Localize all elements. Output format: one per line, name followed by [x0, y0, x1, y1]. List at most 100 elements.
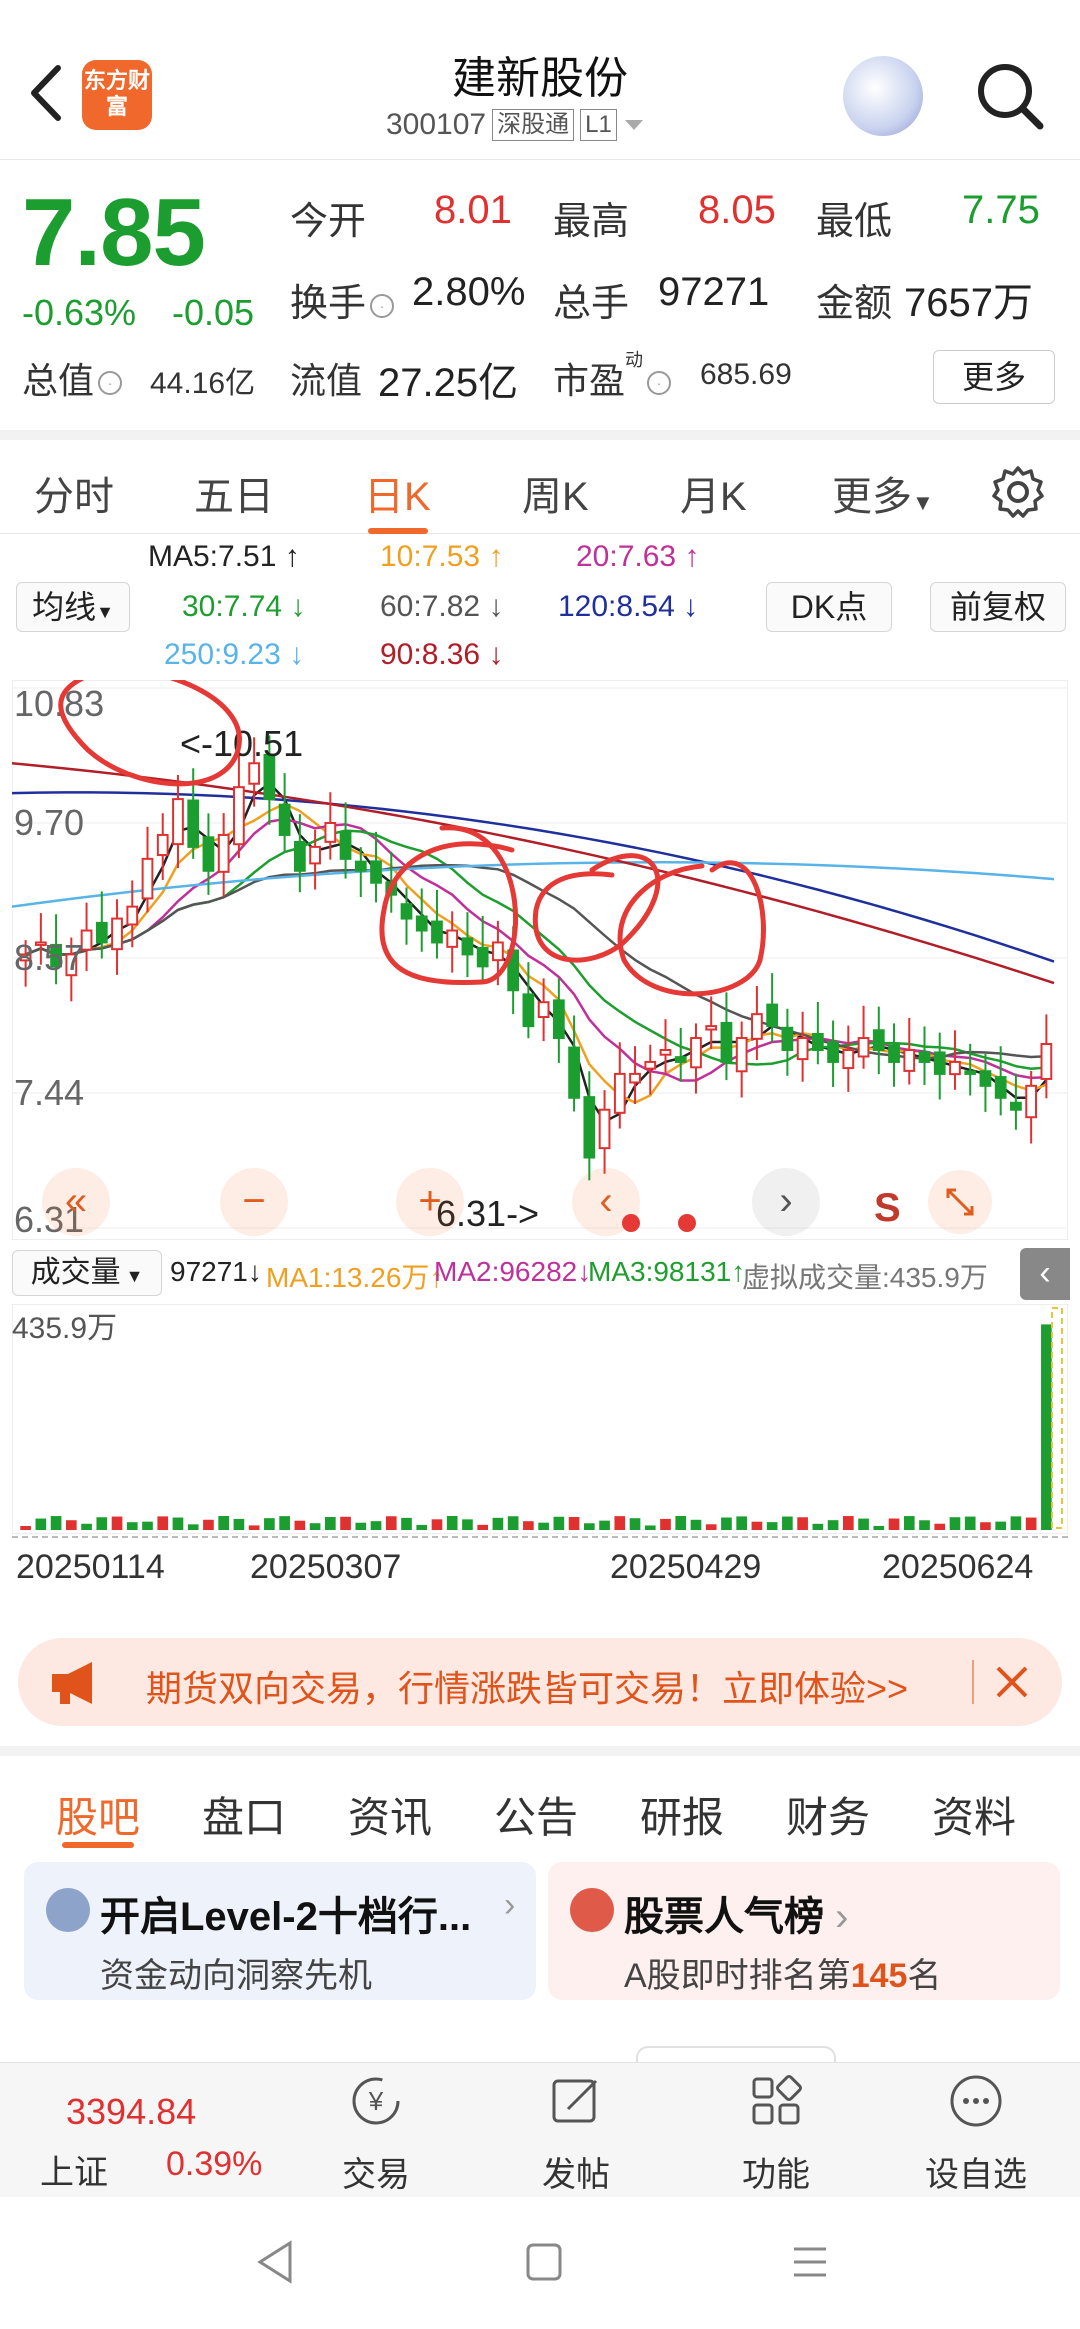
search-icon[interactable]: [970, 56, 1050, 136]
pe-label: 市盈动·: [553, 350, 675, 404]
nav-functions[interactable]: 功能: [676, 2063, 876, 2198]
stock-code-row[interactable]: 300107 深股通 L1: [386, 108, 645, 142]
vol-ma3: MA3:98131↑: [588, 1256, 746, 1287]
tab-notice[interactable]: 公告: [494, 1784, 578, 1845]
ma10-legend: 10:7.53 ↑: [380, 540, 504, 573]
candlestick-chart[interactable]: 10.839.708.577.446.31 <-10.51 6.31->: [12, 680, 1068, 1240]
volume-bar: [858, 1518, 869, 1530]
volume-bar: [553, 1516, 565, 1530]
volume-bar: [568, 1517, 580, 1530]
collapse-chevron-icon[interactable]: ‹: [1020, 1248, 1070, 1300]
tab-weekly-k[interactable]: 周K: [522, 464, 589, 522]
page-dot-active: [622, 1214, 640, 1232]
system-navigation-bar: [0, 2197, 1080, 2329]
tab-finance[interactable]: 财务: [786, 1784, 870, 1845]
candle-body: [522, 993, 535, 1028]
quote-panel: 7.85 -0.63% -0.05 今开 8.01 最高 8.05 最低 7.7…: [0, 160, 1080, 428]
virtual-volume: 虚拟成交量:435.9万: [742, 1262, 988, 1293]
close-icon[interactable]: [990, 1660, 1034, 1704]
candle-body: [461, 937, 474, 956]
fullscreen-icon[interactable]: [924, 1166, 996, 1238]
y-tick-label: 7.44: [14, 1072, 84, 1113]
system-back-icon[interactable]: [254, 2237, 298, 2287]
axis-line: [12, 1536, 1068, 1540]
dk-point-button[interactable]: DK点: [766, 582, 892, 632]
robot-assistant-avatar[interactable]: [843, 56, 923, 136]
next-button[interactable]: ›: [752, 1168, 820, 1236]
candle-body: [537, 1001, 550, 1019]
card-title: 股票人气榜 ›: [624, 1895, 849, 1939]
system-menu-icon[interactable]: [788, 2237, 832, 2287]
volume-bar: [949, 1517, 961, 1530]
volume-bar: [705, 1524, 717, 1530]
system-home-icon[interactable]: [522, 2237, 566, 2287]
tab-five-day[interactable]: 五日: [194, 464, 274, 522]
volume-value: 97271: [658, 270, 770, 314]
volume-bar: [888, 1518, 900, 1530]
volume-bar: [218, 1516, 230, 1530]
tab-news[interactable]: 资讯: [348, 1784, 432, 1845]
ma-selector[interactable]: 均线▼: [16, 582, 130, 632]
volume-bar: [309, 1523, 321, 1530]
volume-chart[interactable]: 435.9万: [12, 1304, 1068, 1534]
zoom-out-button[interactable]: −: [220, 1168, 288, 1236]
candle-body: [827, 1040, 839, 1063]
volume-bar: [1010, 1516, 1022, 1530]
candle-body: [583, 1096, 596, 1159]
level2-card[interactable]: 开启Level-2十档行... › 资金动向洞察先机: [24, 1862, 536, 2000]
zoom-in-button[interactable]: +: [396, 1168, 464, 1236]
float-label: 流值: [290, 360, 363, 401]
nav-add-watchlist[interactable]: 设自选: [876, 2063, 1076, 2198]
tab-profile[interactable]: 资料: [932, 1784, 1016, 1845]
volume-bar: [96, 1517, 108, 1530]
y-tick-label: 9.70: [14, 802, 84, 843]
adjust-button[interactable]: 前复权: [930, 582, 1066, 632]
popularity-card[interactable]: 股票人气榜 › A股即时排名第145名: [548, 1862, 1060, 2000]
volume-bar: [431, 1519, 443, 1530]
candle-body: [476, 947, 489, 968]
candle-body: [1025, 1084, 1038, 1119]
ma20-legend: 20:7.63 ↑: [576, 540, 700, 573]
date-label: 20250624: [882, 1548, 1034, 1586]
volume-bar: [934, 1523, 946, 1530]
change-amount: -0.05: [172, 292, 255, 333]
tab-monthly-k[interactable]: 月K: [680, 464, 747, 522]
volume-bar: [919, 1520, 930, 1530]
volume-bar: [401, 1517, 412, 1530]
candle-body: [811, 1033, 824, 1051]
nav-post[interactable]: 发帖: [476, 2063, 676, 2198]
gear-icon[interactable]: [990, 464, 1046, 520]
candle-body: [781, 1026, 794, 1051]
volume-bar: [736, 1516, 748, 1530]
candle-body: [888, 1044, 900, 1063]
volume-bar: [903, 1516, 915, 1530]
info-icon[interactable]: ·: [98, 371, 123, 396]
tab-daily-k[interactable]: 日K: [364, 464, 431, 522]
promo-banner[interactable]: 期货双向交易，行情涨跌皆可交易！立即体验>>: [18, 1638, 1062, 1726]
tab-more[interactable]: 更多▼: [832, 464, 934, 522]
s-marker[interactable]: S: [874, 1186, 901, 1231]
volume-bar: [370, 1521, 382, 1530]
indicator-selector[interactable]: 成交量 ▼: [12, 1250, 162, 1296]
info-icon[interactable]: ·: [370, 293, 395, 318]
volume-bar: [340, 1516, 351, 1530]
nav-trade[interactable]: ¥ 交易: [276, 2063, 476, 2198]
volume-bar: [873, 1525, 885, 1530]
tab-guba[interactable]: 股吧: [56, 1784, 140, 1845]
more-button[interactable]: 更多: [933, 350, 1055, 404]
megaphone-icon: [52, 1662, 92, 1704]
active-tab-indicator: [62, 1842, 134, 1848]
candle-body: [217, 833, 230, 873]
rewind-button[interactable]: «: [42, 1168, 110, 1236]
high-value: 8.05: [698, 188, 776, 232]
info-icon[interactable]: ·: [647, 371, 672, 396]
float-value: 27.25亿: [378, 361, 519, 405]
volume-bar: [660, 1518, 671, 1530]
volume-bar: [355, 1522, 367, 1530]
tab-intraday[interactable]: 分时: [34, 464, 114, 522]
tab-research[interactable]: 研报: [640, 1784, 724, 1845]
tab-pankou[interactable]: 盘口: [202, 1784, 286, 1845]
header: 东方财富 建新股份 300107 深股通 L1: [0, 0, 1080, 160]
index-ticker[interactable]: 3394.84 上证 0.39%: [0, 2063, 270, 2198]
candle-body: [796, 1037, 809, 1061]
